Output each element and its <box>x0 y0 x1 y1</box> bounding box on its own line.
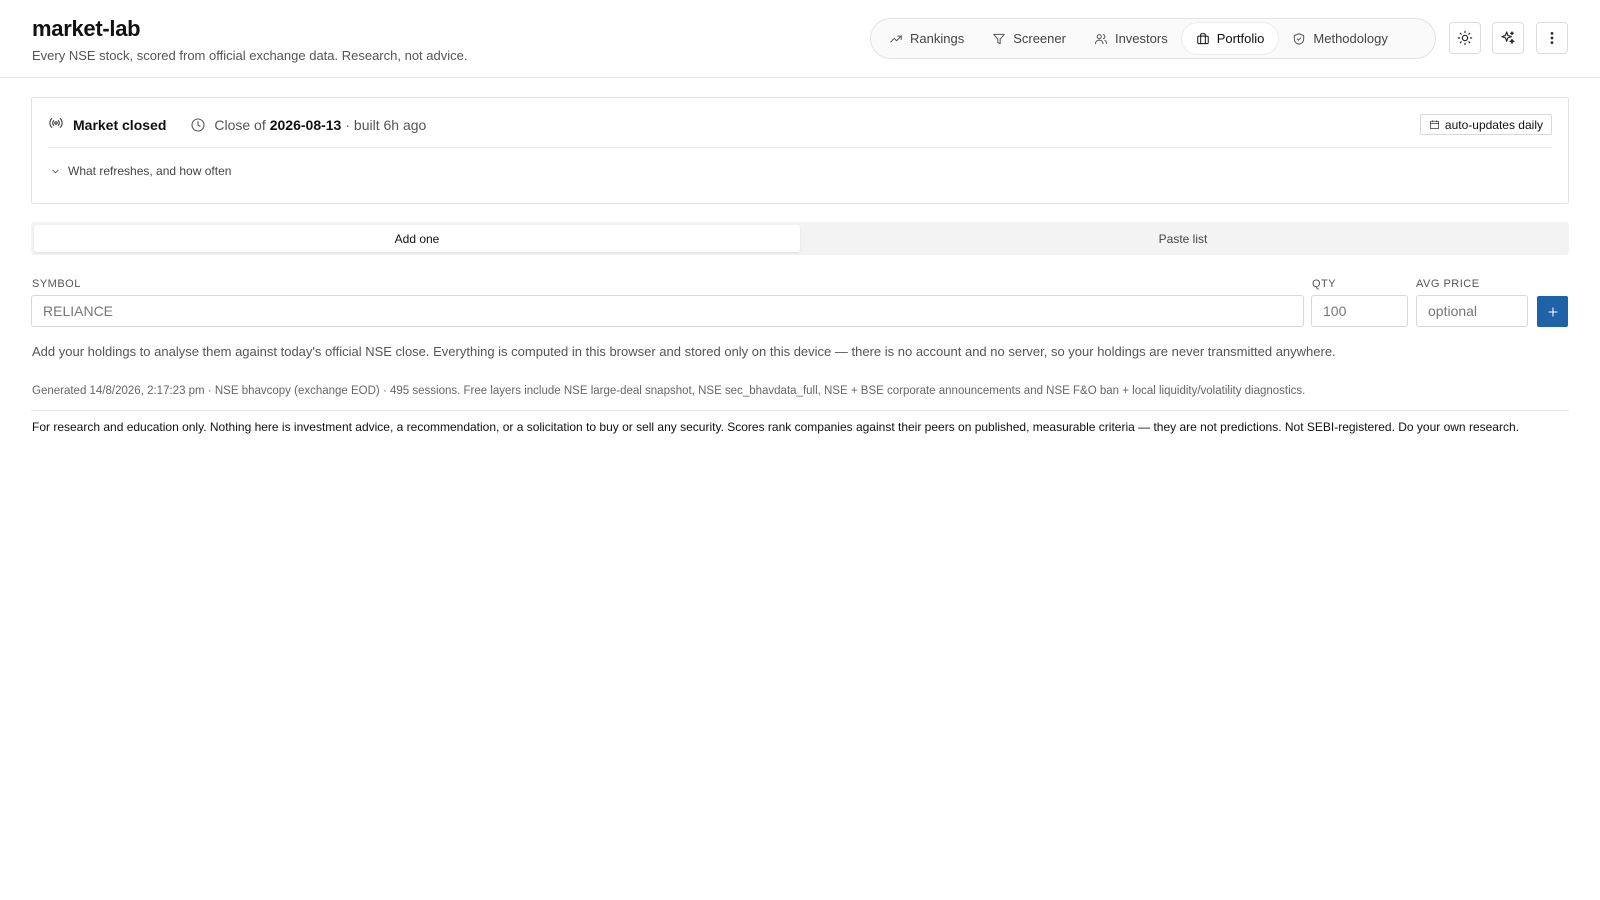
status-row: Market closed Close of 2026-08-13 · buil… <box>48 114 1552 136</box>
users-icon <box>1094 33 1107 44</box>
market-state-label: Market closed <box>73 117 167 133</box>
refresh-info-toggle[interactable]: What refreshes, and how often <box>50 164 231 178</box>
symbol-input[interactable] <box>31 295 1304 327</box>
plus-icon <box>1547 306 1558 317</box>
disclaimer: For research and education only. Nothing… <box>32 420 1519 434</box>
divider <box>31 410 1569 411</box>
tab-add-one[interactable]: Add one <box>34 225 800 252</box>
generated-info: Generated 14/8/2026, 2:17:23 pm · NSE bh… <box>32 385 1306 397</box>
nav-item-methodology[interactable]: Methodology <box>1278 23 1401 54</box>
avg-price-label: AVG PRICE <box>1416 278 1480 290</box>
nav-item-rankings[interactable]: Rankings <box>875 23 978 54</box>
clock-icon <box>190 117 206 133</box>
nav-item-label: Investors <box>1114 31 1168 46</box>
nav-item-screener[interactable]: Screener <box>978 23 1080 54</box>
qty-input[interactable] <box>1311 295 1408 327</box>
broadcast-icon <box>48 115 64 136</box>
avg-price-input[interactable] <box>1416 295 1528 327</box>
close-date: 2026-08-13 <box>269 117 342 133</box>
nav-item-portfolio[interactable]: Portfolio <box>1181 23 1279 54</box>
more-menu-button[interactable] <box>1536 22 1568 54</box>
calendar-icon <box>1429 120 1439 129</box>
sun-icon <box>1457 30 1473 46</box>
tab-paste-list[interactable]: Paste list <box>800 225 1566 252</box>
privacy-note: Add your holdings to analyse them agains… <box>32 344 1336 359</box>
top-header: market-lab Every NSE stock, scored from … <box>0 0 1600 78</box>
divider <box>48 147 1552 148</box>
entry-mode-tabs: Add one Paste list <box>31 222 1569 255</box>
nav-item-label: Screener <box>1013 31 1066 46</box>
refresh-info-label: What refreshes, and how often <box>68 164 232 178</box>
filter-icon <box>993 33 1005 44</box>
trending-up-icon <box>890 35 902 42</box>
app-tagline: Every NSE stock, scored from official ex… <box>32 48 468 63</box>
auto-update-badge: auto-updates daily <box>1419 114 1552 135</box>
app-title[interactable]: market-lab <box>32 16 467 42</box>
brand: market-lab Every NSE stock, scored from … <box>32 16 467 64</box>
qty-label: QTY <box>1312 278 1337 290</box>
more-vertical-icon <box>1550 31 1554 45</box>
build-age: · built 6h ago <box>345 117 427 133</box>
sparkles-icon <box>1501 31 1515 44</box>
briefcase-icon <box>1196 32 1209 44</box>
nav-item-label: Rankings <box>910 31 965 46</box>
theme-toggle-button[interactable] <box>1449 22 1481 54</box>
nav-item-label: Methodology <box>1313 31 1388 46</box>
add-holding-button[interactable] <box>1537 296 1568 327</box>
chevron-down-icon <box>52 169 59 173</box>
symbol-label: SYMBOL <box>32 278 81 290</box>
main-nav: Rankings Screener Investors Portfolio Me… <box>870 18 1436 59</box>
close-prefix: Close of <box>214 117 266 133</box>
nav-item-label: Portfolio <box>1216 31 1265 46</box>
sparkles-button[interactable] <box>1492 22 1524 54</box>
shield-icon <box>1294 32 1305 45</box>
auto-update-label: auto-updates daily <box>1444 117 1543 132</box>
market-status-card: Market closed Close of 2026-08-13 · buil… <box>31 97 1569 204</box>
nav-item-investors[interactable]: Investors <box>1080 23 1182 54</box>
